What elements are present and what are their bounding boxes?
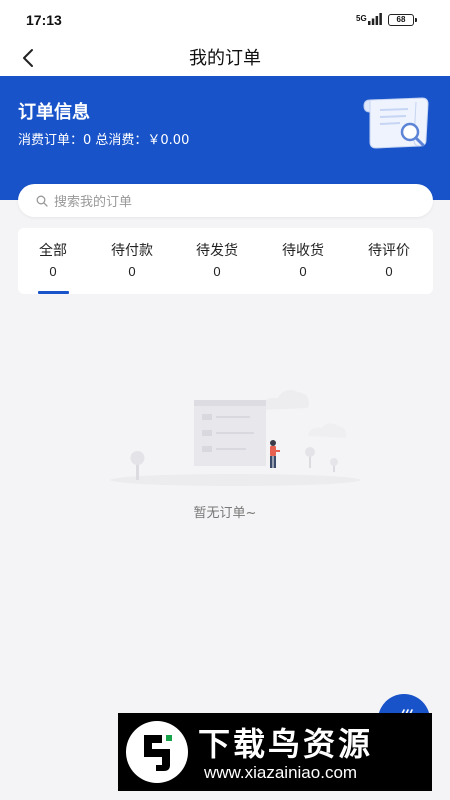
tab-pending-payment[interactable]: 待付款 0 (97, 228, 167, 294)
search-icon (36, 195, 48, 207)
order-status-tabs: 全部 0 待付款 0 待发货 0 待收货 0 待评价 0 (18, 228, 433, 294)
active-tab-indicator (38, 291, 69, 294)
tab-pending-receipt[interactable]: 待收货 0 (268, 228, 338, 294)
page-title: 我的订单 (189, 48, 261, 69)
tab-count: 0 (128, 264, 136, 279)
scroll-document-icon (363, 97, 429, 149)
tab-label: 全部 (39, 243, 67, 259)
tab-count: 0 (385, 264, 393, 279)
bird-logo-icon (126, 721, 188, 783)
order-info-title: 订单信息 (18, 102, 90, 123)
empty-orders-illustration (110, 390, 360, 486)
tab-all[interactable]: 全部 0 (18, 228, 88, 294)
search-input[interactable]: 搜索我的订单 (18, 184, 433, 217)
signal-icon (368, 13, 382, 25)
tab-pending-review[interactable]: 待评价 0 (354, 228, 424, 294)
status-bar: 17:13 5G 68 (0, 0, 450, 40)
empty-state-message: 暂无订单~ (193, 506, 257, 521)
tab-count: 0 (213, 264, 221, 279)
battery-indicator: 68 (388, 14, 417, 26)
order-info-banner: 订单信息 消费订单：0 总消费：￥0.00 (0, 76, 450, 200)
network-type: 5G (356, 14, 367, 23)
status-time: 17:13 (26, 12, 62, 28)
tab-count: 0 (49, 264, 57, 279)
tab-label: 待发货 (196, 243, 238, 259)
watermark-url: www.xiazainiao.com (204, 763, 358, 782)
nav-bar: 我的订单 (0, 40, 450, 76)
order-stats: 消费订单：0 总消费：￥0.00 (18, 133, 190, 148)
watermark-title: 下载鸟资源 (198, 725, 374, 763)
tab-label: 待付款 (111, 243, 153, 259)
tab-pending-shipment[interactable]: 待发货 0 (182, 228, 252, 294)
tab-label: 待评价 (368, 243, 410, 259)
tab-count: 0 (299, 264, 307, 279)
search-placeholder: 搜索我的订单 (54, 195, 133, 210)
watermark-banner: 下载鸟资源 www.xiazainiao.com (118, 713, 432, 791)
tab-label: 待收货 (282, 243, 324, 259)
